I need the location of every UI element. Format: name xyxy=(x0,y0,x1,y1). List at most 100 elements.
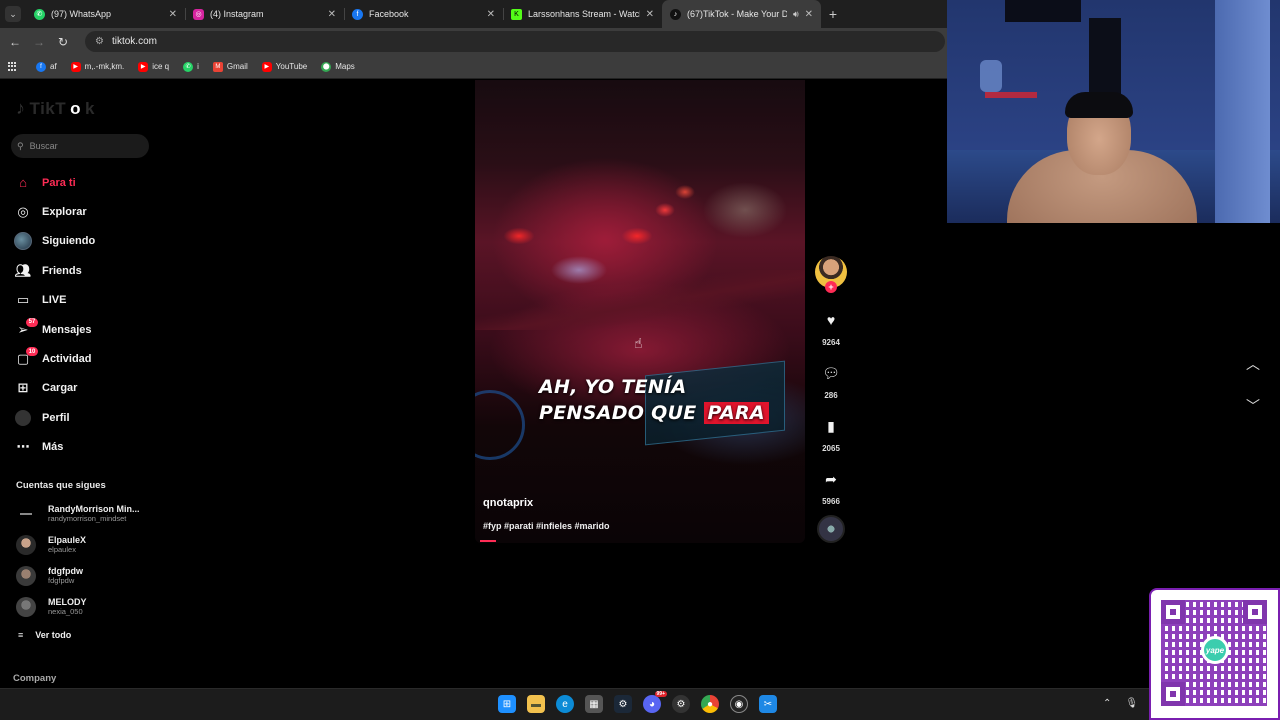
account-handle: randymorrison_mindset xyxy=(48,514,127,523)
logo-text-part: TikT xyxy=(29,98,67,118)
yape-qr-code: yape xyxy=(1149,588,1280,720)
creator-avatar[interactable]: + xyxy=(815,256,847,293)
tab-kick[interactable]: K Larssonhans Stream - Watch Li ✕ xyxy=(503,0,662,28)
bookmark-item[interactable]: ▶ ice q xyxy=(138,61,170,72)
close-icon[interactable]: ✕ xyxy=(646,9,654,20)
bookmark-item[interactable]: f af xyxy=(36,61,57,72)
webcam-overlay xyxy=(947,0,1280,223)
speaker-icon[interactable]: 🔊︎ xyxy=(793,9,799,20)
chevron-down-icon: ﹀ xyxy=(1246,398,1260,414)
bookmark-label: Maps xyxy=(335,62,355,71)
logo-text-part: k xyxy=(85,98,95,118)
home-icon: ⌂ xyxy=(19,175,27,191)
sidebar-item-cargar[interactable]: ⊞ Cargar xyxy=(14,374,95,403)
qr-finder xyxy=(1243,600,1267,624)
bookmark-item[interactable]: ✆ i xyxy=(183,61,199,72)
file-explorer-icon[interactable]: ▬ xyxy=(527,695,545,713)
heart-icon: ♥ xyxy=(826,312,836,328)
obs-icon[interactable]: ◉ xyxy=(730,695,748,713)
tab-whatsapp[interactable]: ✆ (97) WhatsApp ✕ xyxy=(26,0,185,28)
music-disc-avatar[interactable] xyxy=(817,515,845,543)
apps-grid-icon[interactable] xyxy=(8,61,18,72)
tab-instagram[interactable]: ◎ (4) Instagram ✕ xyxy=(185,0,344,28)
video-progress-bar[interactable] xyxy=(480,540,496,542)
bookmark-item[interactable]: M Gmail xyxy=(212,61,248,72)
sidebar-item-siguiendo[interactable]: Siguiendo xyxy=(14,227,95,256)
bookmark-item[interactable]: ▶ YouTube xyxy=(261,61,307,72)
address-bar[interactable]: ⚙ tiktok.com xyxy=(85,31,945,52)
reload-button[interactable]: ↻ xyxy=(51,35,75,49)
sidebar-item-label: Más xyxy=(42,441,64,454)
activity-icon: ▢ 10 xyxy=(14,347,38,368)
sidebar-item-label: Mensajes xyxy=(42,323,92,336)
like-button[interactable]: ♥ 9264 xyxy=(815,308,847,347)
caption-highlight: PARA xyxy=(703,402,769,424)
mouse-cursor-icon: ☝ xyxy=(634,335,643,351)
store-icon[interactable]: ▦ xyxy=(585,695,603,713)
sidebar-item-label: LIVE xyxy=(42,294,67,307)
windows-start-icon[interactable]: ⊞ xyxy=(498,695,516,713)
sidebar-item-explorar[interactable]: ◎ Explorar xyxy=(14,197,95,226)
back-button[interactable]: ← xyxy=(3,35,27,49)
close-icon[interactable]: ✕ xyxy=(805,9,813,20)
search-input[interactable]: ⚲ Buscar xyxy=(11,134,149,158)
company-link[interactable]: Company xyxy=(13,673,56,684)
tab-facebook[interactable]: f Facebook ✕ xyxy=(344,0,503,28)
tab-search-button[interactable]: ⌄ xyxy=(0,0,26,28)
webcam-person-hair xyxy=(1065,92,1133,118)
save-button[interactable]: ▮ 2065 xyxy=(815,414,847,454)
discord-icon[interactable]: ◕ 99+ xyxy=(643,691,667,713)
bookmark-label: ice q xyxy=(152,62,170,71)
new-tab-button[interactable]: + xyxy=(821,0,845,28)
share-button[interactable]: ➦ 5966 xyxy=(815,467,847,507)
list-item[interactable]: RandyMorrison Min... randymorrison_mindse… xyxy=(16,498,140,529)
video-description[interactable]: #fyp #parati #infieles #marido xyxy=(483,521,610,531)
sidebar-item-label: Explorar xyxy=(42,206,87,219)
site-info-icon[interactable]: ⚙ xyxy=(95,36,104,47)
previous-video-button[interactable]: ︿ xyxy=(1244,354,1262,374)
microphone-icon[interactable]: 🎙︎ xyxy=(1125,698,1138,709)
close-icon[interactable]: ✕ xyxy=(487,9,495,20)
follow-plus-icon[interactable]: + xyxy=(825,281,837,293)
sidebar-item-perfil[interactable]: Perfil xyxy=(14,403,95,432)
forward-button[interactable]: → xyxy=(27,35,51,49)
tab-tiktok[interactable]: ♪ (67)TikTok - Make Your Day 🔊︎ ✕ xyxy=(662,0,821,28)
youtube-icon: ▶ xyxy=(138,61,149,72)
see-all-button[interactable]: ≡ Ver todo xyxy=(18,630,71,640)
edge-icon[interactable]: e xyxy=(556,695,574,713)
bookmark-item[interactable]: ⬤ Maps xyxy=(321,61,355,72)
list-item[interactable]: ElpauleX elpaulex xyxy=(16,529,140,560)
share-count: 5966 xyxy=(822,497,840,506)
whatsapp-icon: ✆ xyxy=(183,61,194,72)
tab-title: (4) Instagram xyxy=(210,9,264,19)
sidebar-item-live[interactable]: ▭ LIVE xyxy=(14,286,95,315)
video-player[interactable]: AH, YO TENÍA PENSADO QUE PARA qnotaprix … xyxy=(475,80,805,543)
chevron-up-icon[interactable]: ⌃ xyxy=(1103,698,1111,709)
comment-button[interactable]: 💬︎ 286 xyxy=(815,361,847,401)
sidebar-item-para-ti[interactable]: ⌂ Para ti xyxy=(14,168,95,197)
bookmark-item[interactable]: ▶ m,.-mk,km. xyxy=(70,61,125,72)
chrome-icon[interactable]: ● xyxy=(701,695,719,713)
account-handle: elpaulex xyxy=(48,545,76,554)
list-item[interactable]: MELODY nexia_050 xyxy=(16,591,140,622)
sidebar-item-mas[interactable]: ⋯ Más xyxy=(14,433,95,462)
account-handle: fdgfpdw xyxy=(48,576,75,585)
bookmark-label: m,.-mk,km. xyxy=(84,62,125,71)
close-icon[interactable]: ✕ xyxy=(169,9,177,20)
sidebar-item-friends[interactable]: 👥︎ Friends xyxy=(14,256,95,285)
sidebar-item-mensajes[interactable]: ➢ 57 Mensajes xyxy=(14,315,95,344)
video-actions: + ♥ 9264 💬︎ 286 ▮ 2065 ➦ 5966 xyxy=(815,256,847,506)
next-video-button[interactable]: ﹀ xyxy=(1244,396,1262,416)
caption-line: PENSADO QUE PARA xyxy=(539,400,769,426)
settings-app-icon[interactable]: ⚙ xyxy=(672,695,690,713)
sidebar-item-actividad[interactable]: ▢ 10 Actividad xyxy=(14,344,95,373)
tab-title: Facebook xyxy=(369,9,409,19)
snipping-tool-icon[interactable]: ✂ xyxy=(759,695,777,713)
live-icon: ▭ xyxy=(16,292,30,308)
steam-icon[interactable]: ⚙ xyxy=(614,695,632,713)
list-item[interactable]: fdgfpdw fdgfpdw xyxy=(16,560,140,591)
bookmark-label: Gmail xyxy=(226,62,248,71)
close-icon[interactable]: ✕ xyxy=(328,9,336,20)
tiktok-logo[interactable]: ♪ TikT o k xyxy=(16,98,95,119)
video-author[interactable]: qnotaprix xyxy=(483,497,533,509)
